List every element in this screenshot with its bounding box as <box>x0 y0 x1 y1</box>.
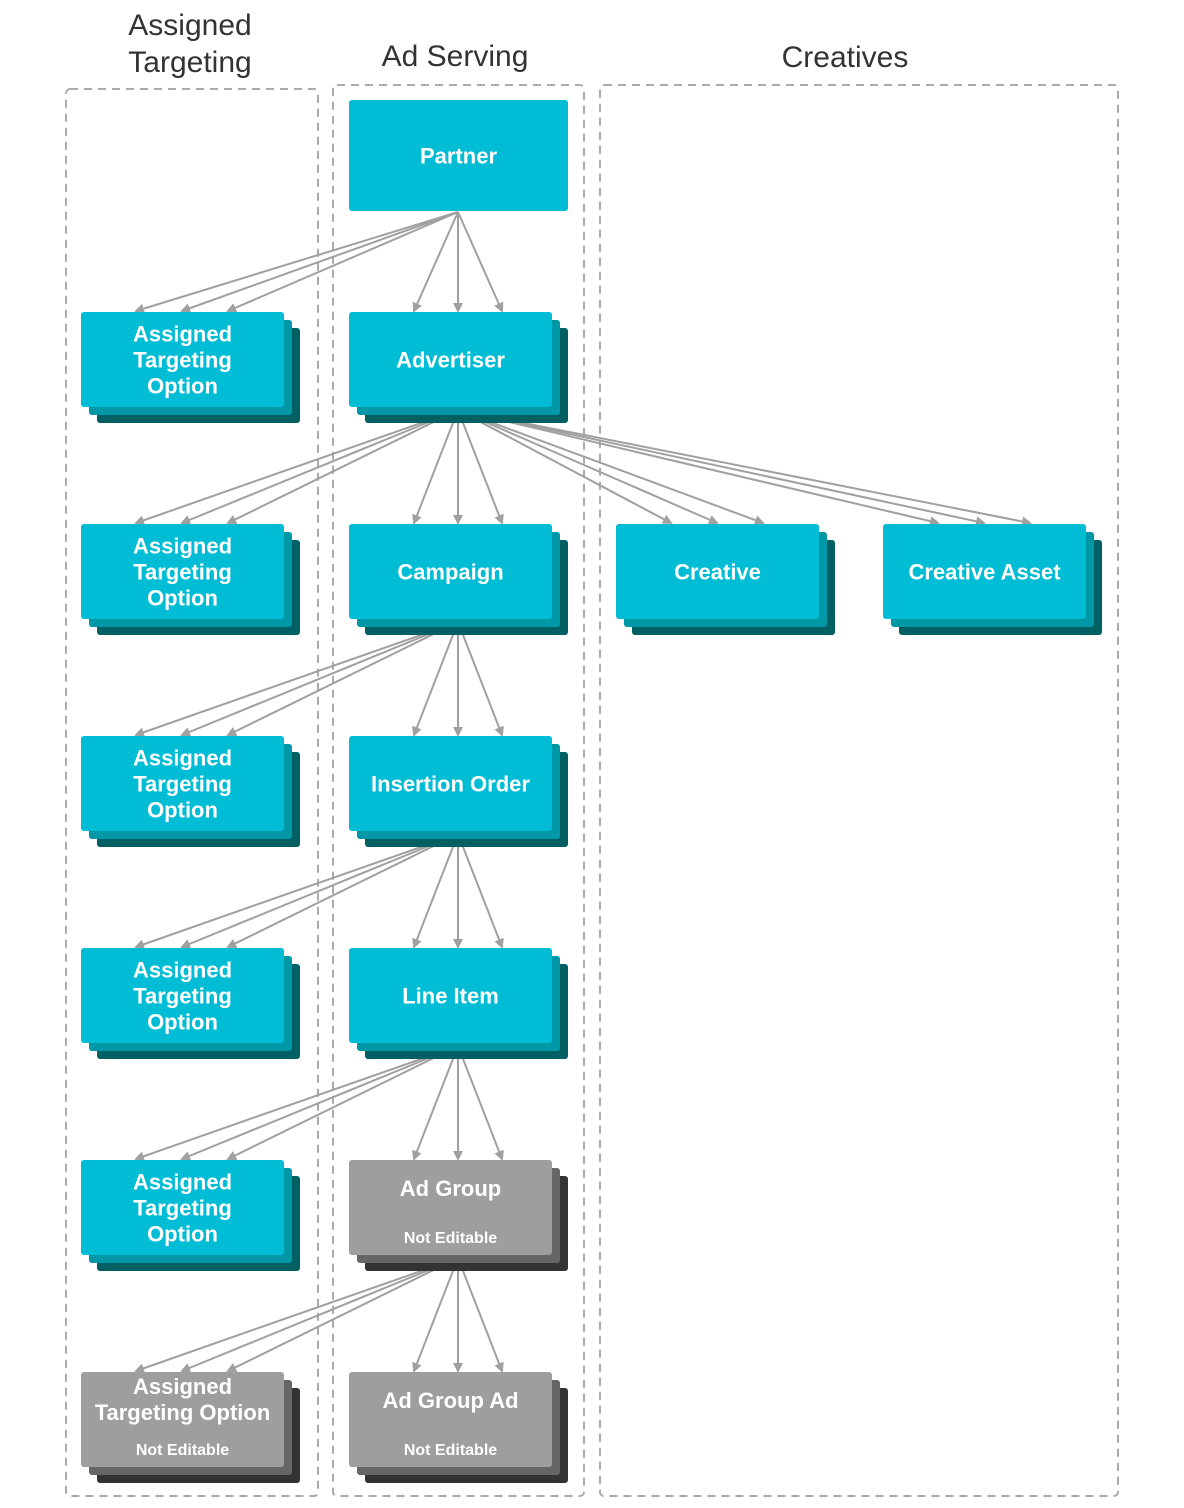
node-ato3[interactable]: AssignedTargetingOption <box>81 736 300 847</box>
arrow <box>457 833 504 949</box>
node-ato5[interactable]: AssignedTargetingOption <box>81 1160 300 1271</box>
node-ato2[interactable]: AssignedTargetingOption <box>81 524 300 635</box>
arrow <box>457 409 1032 527</box>
node-label: Assigned <box>133 1170 232 1195</box>
arrow <box>134 1257 459 1374</box>
arrow <box>226 621 459 736</box>
not-editable-label: Not Editable <box>136 1442 229 1459</box>
edge-advertiser-to-creative_asset <box>457 409 1032 527</box>
node-label: Option <box>147 586 218 611</box>
node-label: Assigned <box>133 1374 232 1399</box>
edge-ad_group-to-ato6 <box>134 1257 459 1374</box>
arrow <box>180 409 459 525</box>
arrow <box>180 833 459 949</box>
arrow <box>457 1257 504 1373</box>
edge-insertion_order-to-line_item <box>412 833 504 949</box>
node-label: Option <box>147 374 218 399</box>
node-label: Targeting <box>133 984 232 1009</box>
node-ato1[interactable]: AssignedTargetingOption <box>81 312 300 423</box>
arrow <box>180 621 459 737</box>
node-ato6[interactable]: AssignedTargeting Option Not Editable <box>81 1372 300 1483</box>
arrow <box>457 1045 504 1161</box>
node-label: Creative <box>674 560 761 585</box>
node-ato4[interactable]: AssignedTargetingOption <box>81 948 300 1059</box>
node-label: Assigned <box>133 958 232 983</box>
group-title: Assigned <box>128 9 251 42</box>
group-creatives: Creatives <box>599 41 1119 1497</box>
edge-line_item-to-ad_group <box>412 1045 504 1161</box>
not-editable-label: Not Editable <box>404 1230 497 1247</box>
arrow <box>226 211 459 313</box>
edge-partner-to-advertiser <box>412 211 504 313</box>
arrow <box>180 211 459 314</box>
arrow <box>134 409 459 526</box>
node-label: Line Item <box>402 984 499 1009</box>
node-creative-asset[interactable]: Creative Asset <box>883 524 1102 635</box>
node-label: Assigned <box>133 322 232 347</box>
arrow <box>457 621 504 737</box>
node-label: Assigned <box>133 534 232 559</box>
not-editable-label: Not Editable <box>404 1442 497 1459</box>
node-label: Assigned <box>133 746 232 771</box>
group-title: Ad Serving <box>382 40 529 73</box>
hierarchy-diagram: AssignedTargeting Ad Serving Creatives Par… <box>65 9 1119 1497</box>
group-title: Targeting <box>128 46 251 79</box>
edge-ad_group-to-ad_group_ad <box>412 1257 504 1373</box>
node-ad-group-ad[interactable]: Ad Group Ad Not Editable <box>349 1372 568 1483</box>
arrow <box>412 1257 459 1373</box>
node-label: Ad Group Ad <box>382 1388 518 1413</box>
arrow <box>134 211 459 314</box>
arrow <box>412 211 459 313</box>
node-label: Targeting <box>133 348 232 373</box>
arrow <box>457 211 504 313</box>
arrow <box>180 1257 459 1373</box>
edge-insertion_order-to-ato4 <box>134 833 459 950</box>
arrow <box>412 1045 459 1161</box>
node-advertiser[interactable]: Advertiser <box>349 312 568 423</box>
arrow <box>412 409 459 525</box>
node-label: Creative Asset <box>908 560 1061 585</box>
node-label: Insertion Order <box>371 772 530 797</box>
node-line-item[interactable]: Line Item <box>349 948 568 1059</box>
group-title: Creatives <box>782 41 909 74</box>
arrow <box>226 1045 459 1160</box>
arrow <box>457 409 719 525</box>
arrow <box>226 833 459 948</box>
node-partner[interactable]: Partner <box>349 100 568 211</box>
edge-advertiser-to-ato2 <box>134 409 459 526</box>
node-label: Campaign <box>397 560 503 585</box>
node-insertion-order[interactable]: Insertion Order <box>349 736 568 847</box>
arrow <box>226 1257 459 1372</box>
arrow <box>134 621 459 738</box>
arrow <box>180 1045 459 1161</box>
arrow <box>412 621 459 737</box>
node-label: Ad Group <box>400 1176 501 1201</box>
arrow <box>457 409 986 527</box>
node-creative[interactable]: Creative <box>616 524 835 635</box>
node-label: Targeting <box>133 772 232 797</box>
arrow <box>457 409 940 527</box>
group-border <box>599 84 1119 1497</box>
node-label: Advertiser <box>396 348 505 373</box>
arrow <box>134 833 459 950</box>
arrow <box>457 409 673 524</box>
edge-partner-to-ato1 <box>134 211 459 314</box>
node-label: Targeting <box>133 560 232 585</box>
edge-campaign-to-insertion_order <box>412 621 504 737</box>
edge-campaign-to-ato3 <box>134 621 459 738</box>
node-label: Option <box>147 1222 218 1247</box>
node-label: Option <box>147 798 218 823</box>
arrow <box>226 409 459 524</box>
node-ad-group[interactable]: Ad Group Not Editable <box>349 1160 568 1271</box>
node-label: Option <box>147 1010 218 1035</box>
node-label: Targeting <box>133 1196 232 1221</box>
arrow <box>412 833 459 949</box>
node-label: Targeting Option <box>95 1400 271 1425</box>
node-label: Partner <box>420 144 497 169</box>
arrow <box>134 1045 459 1162</box>
node-campaign[interactable]: Campaign <box>349 524 568 635</box>
edge-line_item-to-ato5 <box>134 1045 459 1162</box>
